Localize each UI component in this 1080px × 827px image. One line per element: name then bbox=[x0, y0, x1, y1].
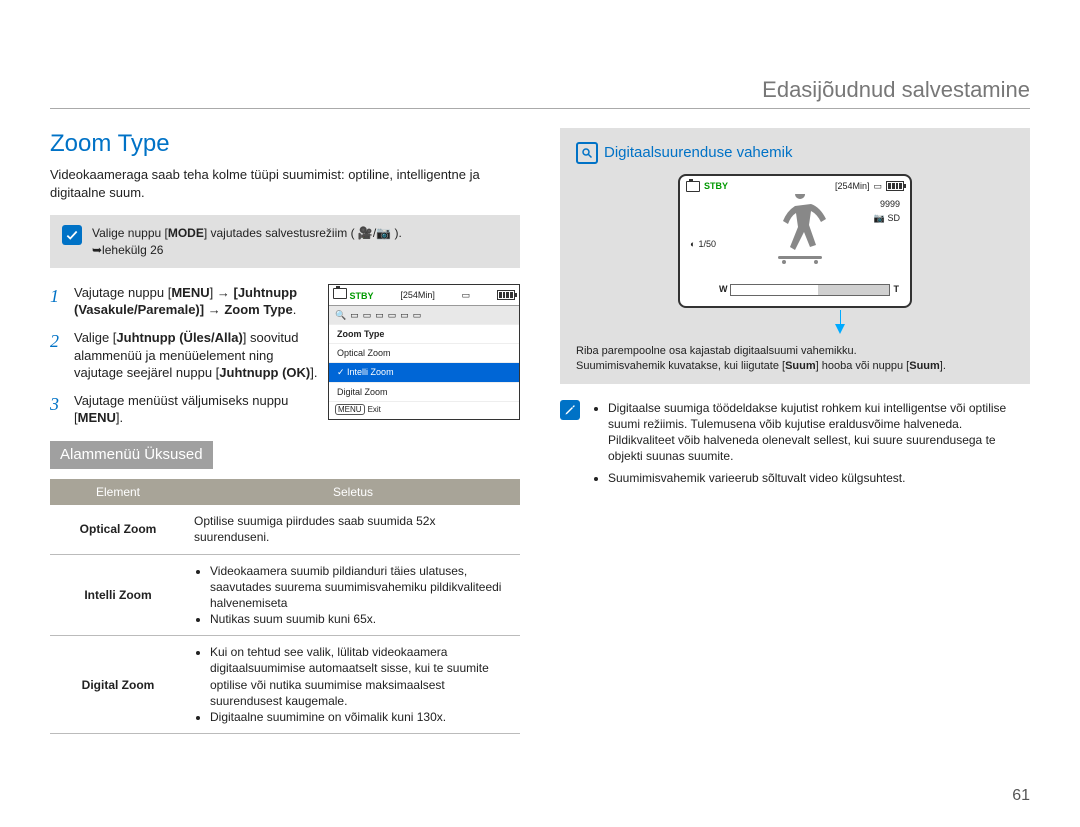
battery-icon bbox=[497, 290, 515, 300]
row-desc: Optilise suumiga piirdudes saab suumida … bbox=[186, 505, 520, 554]
row-element: Intelli Zoom bbox=[50, 554, 186, 636]
rec-time: [254Min] bbox=[400, 289, 435, 301]
tab-icon: ▭ bbox=[350, 309, 359, 321]
step-1: Vajutage nuppu [MENU] → [Juhtnupp (Vasak… bbox=[74, 284, 320, 319]
step-number: 3 bbox=[50, 392, 66, 427]
notes-block: Digitaalse suumiga töödeldakse kujutist … bbox=[560, 400, 1030, 493]
row-desc: Kui on tehtud see valik, lülitab videoka… bbox=[186, 636, 520, 734]
breadcrumb: Edasijõudnud salvestamine bbox=[762, 75, 1030, 105]
camera-icon bbox=[686, 181, 700, 192]
left-column: Zoom Type Videokaameraga saab teha kolme… bbox=[50, 128, 520, 734]
zoom-bar: W T bbox=[730, 284, 890, 296]
step-number: 1 bbox=[50, 284, 66, 319]
check-icon bbox=[62, 225, 82, 245]
aperture-icon: ◐ bbox=[690, 238, 695, 250]
zoom-box-title: Digitaalsuurenduse vahemik bbox=[604, 143, 792, 163]
note-item: Digitaalse suumiga töödeldakse kujutist … bbox=[608, 400, 1030, 465]
th-element: Element bbox=[50, 479, 186, 505]
stby-label: STBY bbox=[350, 291, 374, 301]
divider bbox=[50, 108, 1030, 109]
submenu-heading: Alammenüü Üksused bbox=[50, 441, 213, 469]
card-icon: ▭ bbox=[462, 289, 471, 301]
zoom-desc: Riba parempoolne osa kajastab digitaalsu… bbox=[576, 344, 1014, 374]
video-icon: 🎥 bbox=[358, 226, 373, 240]
digital-zoom-box: Digitaalsuurenduse vahemik STBY [254Min]… bbox=[560, 128, 1030, 384]
pencil-icon bbox=[560, 400, 580, 420]
callout-line bbox=[840, 310, 841, 324]
row-desc: Videokaamera suumib pildianduri täies ul… bbox=[186, 554, 520, 636]
menu-footer: MENUExit bbox=[329, 402, 519, 419]
menu-option: Optical Zoom bbox=[329, 344, 519, 363]
tab-icon: ▭ bbox=[363, 309, 372, 321]
sd-label: 📷 SD bbox=[874, 212, 900, 224]
right-column: Digitaalsuurenduse vahemik STBY [254Min]… bbox=[560, 128, 1030, 734]
menu-option: Digital Zoom bbox=[329, 383, 519, 402]
page-ref: ➥lehekülg 26 bbox=[92, 243, 163, 257]
intro-text: Videokaameraga saab teha kolme tüüpi suu… bbox=[50, 166, 520, 201]
card-icon: ▭ bbox=[873, 180, 882, 192]
step-2: Valige [Juhtnupp (Üles/Alla)] soovitud a… bbox=[74, 329, 320, 382]
tab-icon: ▭ bbox=[375, 309, 384, 321]
skater-silhouette-icon bbox=[770, 194, 830, 264]
menu-title-row: Zoom Type bbox=[329, 325, 519, 344]
submenu-table: Element Seletus Optical Zoom Optilise su… bbox=[50, 479, 520, 734]
photo-icon: 📷 bbox=[376, 226, 391, 240]
table-row: Digital Zoom Kui on tehtud see valik, lü… bbox=[50, 636, 520, 734]
note-item: Suumimisvahemik varieerub sõltuvalt vide… bbox=[608, 470, 1030, 486]
menu-option-selected: ✓ Intelli Zoom bbox=[329, 363, 519, 382]
table-row: Optical Zoom Optilise suumiga piirdudes … bbox=[50, 505, 520, 554]
camera-icon bbox=[333, 288, 347, 299]
row-element: Digital Zoom bbox=[50, 636, 186, 734]
note-text: Valige nuppu [MODE] vajutades salvestusr… bbox=[92, 226, 402, 240]
tab-icon: ▭ bbox=[413, 309, 422, 321]
zoom-wide-label: W bbox=[719, 283, 728, 295]
tab-icon: 🔍 bbox=[335, 309, 346, 321]
rec-time: [254Min] bbox=[835, 180, 870, 192]
table-row: Intelli Zoom Videokaamera suumib pildian… bbox=[50, 554, 520, 636]
step-number: 2 bbox=[50, 329, 66, 382]
stby-label: STBY bbox=[704, 180, 728, 192]
tab-icon: ▭ bbox=[400, 309, 409, 321]
step-3: Vajutage menüüst väljumiseks nuppu [MENU… bbox=[74, 392, 320, 427]
counter: 9999 bbox=[880, 198, 900, 210]
mode-note-box: Valige nuppu [MODE] vajutades salvestusr… bbox=[50, 215, 520, 267]
battery-icon bbox=[886, 181, 904, 191]
zoom-screen: STBY [254Min] ▭ 9999 📷 SD ◐1/50 bbox=[678, 174, 912, 308]
callout-arrow-icon bbox=[835, 324, 845, 334]
magnify-icon bbox=[576, 142, 598, 164]
shutter-speed: ◐1/50 bbox=[690, 238, 716, 250]
row-element: Optical Zoom bbox=[50, 505, 186, 554]
section-title: Zoom Type bbox=[50, 128, 520, 160]
page-number: 61 bbox=[1012, 785, 1030, 807]
th-desc: Seletus bbox=[186, 479, 520, 505]
menu-screenshot: STBY [254Min] ▭ 🔍 ▭ ▭ ▭ ▭ ▭ ▭ Zoom bbox=[328, 284, 520, 420]
tab-icon: ▭ bbox=[388, 309, 397, 321]
zoom-tele-label: T bbox=[894, 283, 900, 295]
